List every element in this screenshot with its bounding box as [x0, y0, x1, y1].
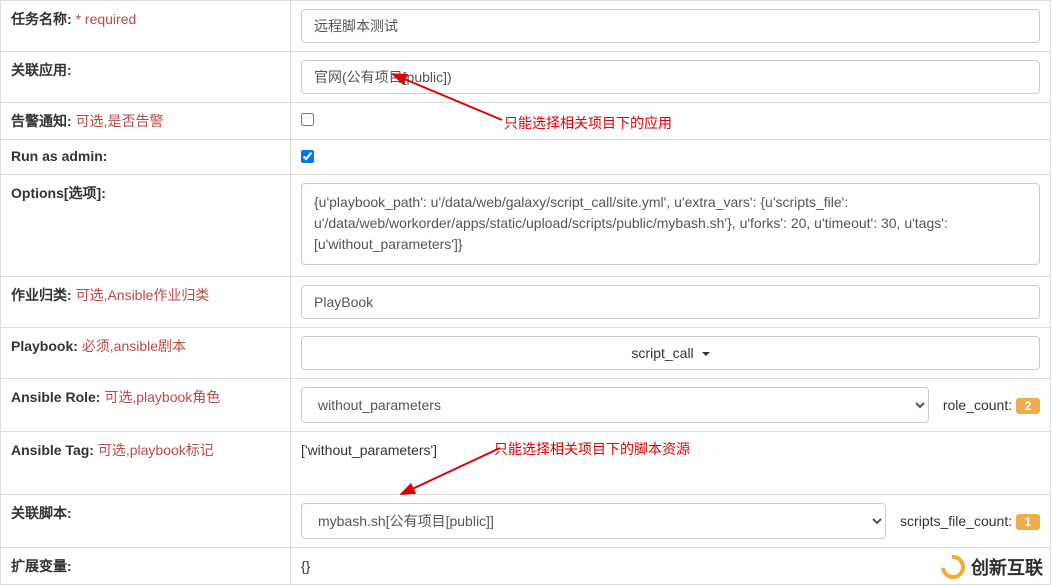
ext-vars-value: {} — [301, 556, 1040, 576]
label-run-admin: Run as admin: — [1, 140, 291, 175]
job-class-input[interactable] — [301, 285, 1040, 319]
ansible-role-select[interactable]: without_parameters — [301, 387, 929, 423]
assoc-script-select[interactable]: mybash.sh[公有项目[public]] — [301, 503, 886, 539]
assoc-app-input[interactable] — [301, 60, 1040, 94]
ansible-role-note: 可选,playbook角色 — [104, 389, 220, 405]
swirl-icon — [939, 553, 967, 581]
alert-checkbox[interactable] — [301, 113, 314, 126]
label-options: Options[选项]: — [1, 175, 291, 277]
label-assoc-script: 关联脚本: — [1, 495, 291, 548]
label-job-class: 作业归类: 可选,Ansible作业归类 — [1, 277, 291, 328]
scripts-file-count-badge: 1 — [1016, 514, 1040, 530]
job-class-note: 可选,Ansible作业归类 — [76, 287, 210, 303]
label-alert: 告警通知: 可选,是否告警 — [1, 103, 291, 140]
alert-note: 可选,是否告警 — [76, 113, 164, 129]
playbook-dropdown[interactable]: script_call — [301, 336, 1040, 370]
ansible-tag-value: ['without_parameters'] — [301, 440, 1040, 460]
ansible-tag-note: 可选,playbook标记 — [98, 442, 214, 458]
scripts-file-count-display: scripts_file_count: 1 — [900, 513, 1040, 530]
role-count-badge: 2 — [1016, 398, 1040, 414]
label-task-name: 任务名称: * required — [1, 1, 291, 52]
playbook-note: 必须,ansible剧本 — [82, 338, 186, 354]
watermark: 创新互联 — [939, 553, 1043, 581]
config-form-table: 任务名称: * required 关联应用: 告警通知: 可选,是否告警 Run… — [0, 0, 1051, 585]
label-assoc-app: 关联应用: — [1, 52, 291, 103]
watermark-text: 创新互联 — [971, 554, 1043, 580]
label-ext-vars: 扩展变量: — [1, 548, 291, 585]
label-ansible-tag: Ansible Tag: 可选,playbook标记 — [1, 432, 291, 495]
options-textarea[interactable] — [301, 183, 1040, 265]
caret-down-icon — [702, 352, 710, 356]
run-admin-checkbox[interactable] — [301, 150, 314, 163]
required-note: * required — [76, 11, 137, 27]
role-count-display: role_count: 2 — [943, 397, 1040, 414]
label-ansible-role: Ansible Role: 可选,playbook角色 — [1, 379, 291, 432]
label-playbook: Playbook: 必须,ansible剧本 — [1, 328, 291, 379]
task-name-input[interactable] — [301, 9, 1040, 43]
